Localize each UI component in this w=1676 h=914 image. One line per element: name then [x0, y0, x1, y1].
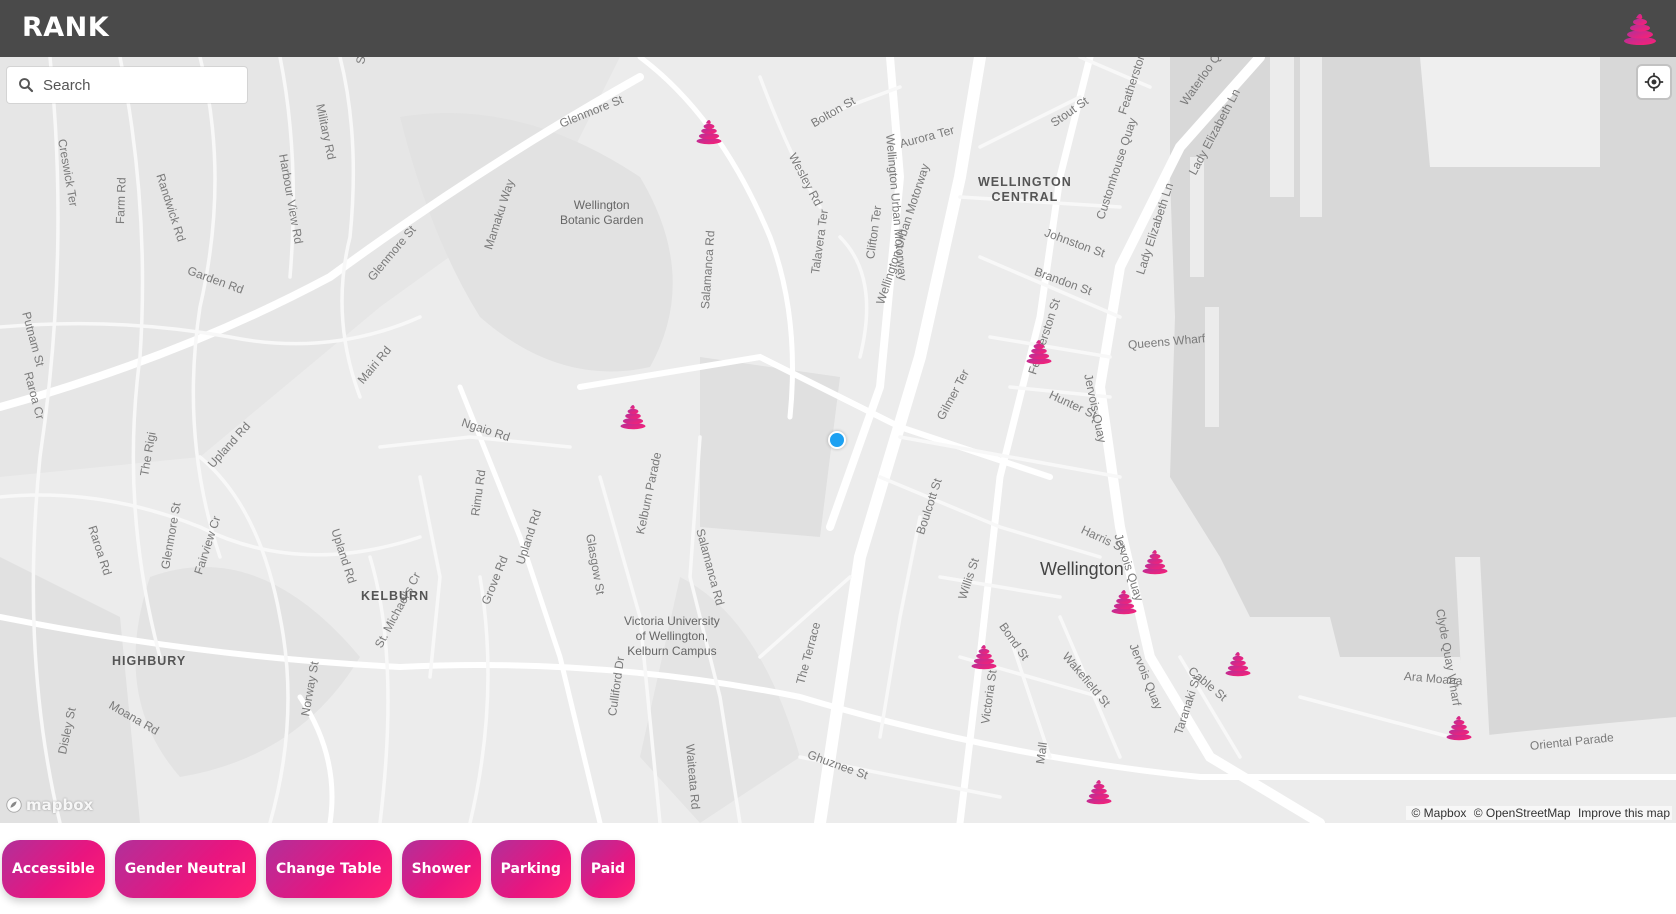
label-wellington-central: WELLINGTON CENTRAL — [978, 175, 1072, 204]
label-wellington: Wellington — [1040, 559, 1124, 579]
label-victoria-university: Victoria University of Wellington, Kelburn… — [624, 614, 720, 658]
search-input[interactable] — [43, 76, 233, 94]
filter-change-table-button[interactable]: Change Table — [266, 840, 392, 898]
toilet-pin-icon[interactable] — [1110, 587, 1138, 615]
filter-shower-button[interactable]: Shower — [401, 840, 481, 898]
label-highbury: HIGHBURY — [112, 654, 187, 668]
filter-gender-neutral-button[interactable]: Gender Neutral — [114, 840, 256, 898]
toilet-pin-icon[interactable] — [1025, 337, 1053, 365]
toilet-pin-icon[interactable] — [1085, 777, 1113, 805]
label-botanic-garden: Wellington Botanic Garden — [560, 198, 644, 227]
toilet-pin-icon[interactable] — [970, 642, 998, 670]
filter-paid-button[interactable]: Paid — [580, 840, 636, 898]
filter-parking-button[interactable]: Parking — [490, 840, 571, 898]
app-title: RANK — [22, 12, 110, 43]
attribution-mapbox-link[interactable]: © Mapbox — [1412, 806, 1467, 820]
map-view[interactable]: WELLINGTON CENTRAL Wellington KELBURN HIG… — [0, 57, 1676, 823]
user-location-dot — [828, 431, 846, 449]
mapbox-icon — [6, 797, 22, 813]
toilet-pin-icon[interactable] — [695, 117, 723, 145]
geolocate-button[interactable] — [1638, 66, 1670, 98]
toilet-pin-icon[interactable] — [1445, 713, 1473, 741]
street-label: Farm Rd — [113, 177, 129, 225]
toilet-pin-icon[interactable] — [619, 402, 647, 430]
search-icon — [19, 78, 34, 93]
geolocate-icon — [1644, 72, 1664, 92]
filter-accessible-button[interactable]: Accessible — [2, 840, 105, 898]
poo-logo-icon[interactable] — [1622, 10, 1658, 46]
filter-bar: Accessible Gender Neutral Change Table S… — [2, 840, 636, 898]
attribution-improve-link[interactable]: Improve this map — [1578, 806, 1670, 820]
map-attribution: © Mapbox © OpenStreetMap Improve this ma… — [1405, 806, 1672, 820]
mapbox-logo[interactable]: mapbox — [5, 796, 93, 814]
toilet-pin-icon[interactable] — [1224, 649, 1252, 677]
attribution-osm-link[interactable]: © OpenStreetMap — [1474, 806, 1571, 820]
search-box[interactable] — [7, 67, 247, 103]
toilet-pin-icon[interactable] — [1141, 547, 1169, 575]
app-header: RANK — [0, 0, 1676, 57]
